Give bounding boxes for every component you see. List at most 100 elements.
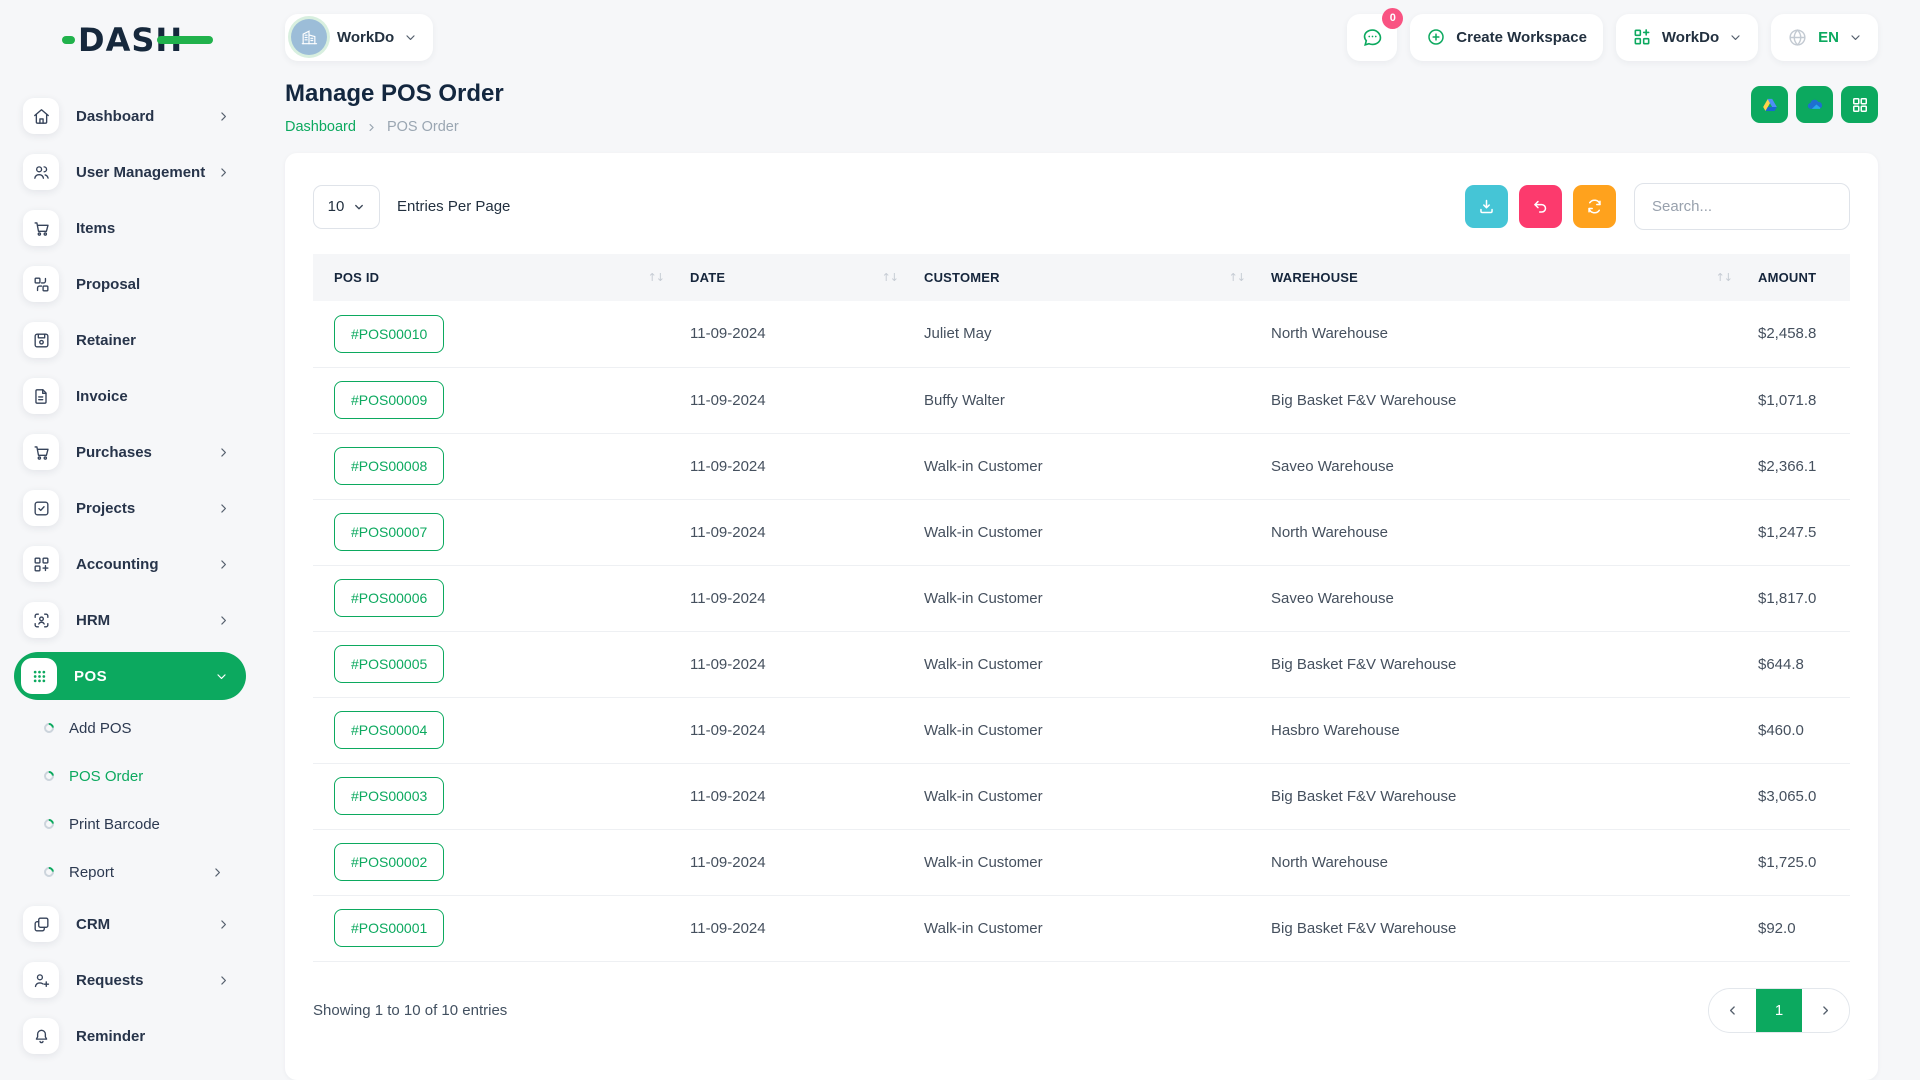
pos-id-link[interactable]: #POS00002 xyxy=(334,843,444,881)
sidebar-subitem-print-barcode[interactable]: Print Barcode xyxy=(0,800,260,848)
cell-warehouse-value: North Warehouse xyxy=(1271,325,1388,342)
sidebar-item-reminder[interactable]: Reminder xyxy=(0,1008,260,1064)
column-header-customer[interactable]: CUSTOMER↑↓ xyxy=(924,254,1271,301)
cell-customer: Walk-in Customer xyxy=(924,763,1271,829)
sidebar-item-requests[interactable]: Requests xyxy=(0,952,260,1008)
cell-pos-id: #POS00004 xyxy=(313,697,690,763)
table-header: POS ID↑↓DATE↑↓CUSTOMER↑↓WAREHOUSE↑↓AMOUN… xyxy=(313,254,1850,301)
sidebar-item-user-management[interactable]: User Management xyxy=(0,144,260,200)
home-icon xyxy=(23,98,59,134)
cell-date-value: 11-09-2024 xyxy=(690,590,766,607)
sidebar-item-pos[interactable]: POS xyxy=(14,652,246,700)
download-icon xyxy=(1477,197,1496,216)
cell-pos-id: #POS00001 xyxy=(313,895,690,961)
cell-amount-value: $1,817.0 xyxy=(1758,590,1816,607)
cell-amount: $460.0 xyxy=(1758,697,1850,763)
create-workspace-button[interactable]: Create Workspace xyxy=(1410,14,1603,61)
pos-order-card: 10 Entries Per Page xyxy=(285,153,1878,1080)
sidebar-item-purchases[interactable]: Purchases xyxy=(0,424,260,480)
sidebar-item-projects[interactable]: Projects xyxy=(0,480,260,536)
sidebar-subitem-add-pos[interactable]: Add POS xyxy=(0,704,260,752)
pos-id-link[interactable]: #POS00003 xyxy=(334,777,444,815)
sort-icon[interactable]: ↑↓ xyxy=(1229,271,1245,284)
sidebar-item-label: Accounting xyxy=(76,556,217,573)
main-column: WorkDo 0 Create Workspace WorkDo xyxy=(260,0,1920,1080)
pos-id-link[interactable]: #POS00006 xyxy=(334,579,444,617)
sidebar-item-items[interactable]: Items xyxy=(0,200,260,256)
cell-date: 11-09-2024 xyxy=(690,367,924,433)
sort-icon[interactable]: ↑↓ xyxy=(648,271,664,284)
cell-date-value: 11-09-2024 xyxy=(690,788,766,805)
chevron-down-icon xyxy=(1729,31,1742,44)
sidebar-item-crm[interactable]: CRM xyxy=(0,896,260,952)
cell-amount: $1,817.0 xyxy=(1758,565,1850,631)
next-page-button[interactable] xyxy=(1802,989,1849,1032)
topbar-right: 0 Create Workspace WorkDo EN xyxy=(1347,14,1878,61)
pos-id-link[interactable]: #POS00004 xyxy=(334,711,444,749)
cell-amount-value: $1,725.0 xyxy=(1758,854,1816,871)
cart-icon xyxy=(23,434,59,470)
column-header-date[interactable]: DATE↑↓ xyxy=(690,254,924,301)
pos-id-link[interactable]: #POS00007 xyxy=(334,513,444,551)
cell-amount-value: $3,065.0 xyxy=(1758,788,1816,805)
export-download-button[interactable] xyxy=(1465,185,1508,228)
chevron-right-icon xyxy=(217,974,230,987)
cell-warehouse: Saveo Warehouse xyxy=(1271,433,1758,499)
chevron-right-icon xyxy=(217,558,230,571)
column-header-inner: AMOUNT xyxy=(1758,270,1850,285)
language-selector[interactable]: EN xyxy=(1771,14,1878,61)
sidebar-item-dashboard[interactable]: Dashboard xyxy=(0,88,260,144)
chevron-right-icon xyxy=(211,866,224,879)
sidebar-item-proposal[interactable]: Proposal xyxy=(0,256,260,312)
sidebar-subitem-label: Add POS xyxy=(69,720,224,737)
globe-icon xyxy=(1787,27,1808,48)
sidebar-item-invoice[interactable]: Invoice xyxy=(0,368,260,424)
current-page-button[interactable]: 1 xyxy=(1756,989,1802,1032)
messages-button[interactable]: 0 xyxy=(1347,14,1397,61)
column-header-amount[interactable]: AMOUNT xyxy=(1758,254,1850,301)
cell-customer-value: Juliet May xyxy=(924,325,992,342)
previous-page-button[interactable] xyxy=(1709,989,1756,1032)
search-input[interactable] xyxy=(1634,183,1850,230)
chevron-right-icon xyxy=(217,614,230,627)
cell-customer: Buffy Walter xyxy=(924,367,1271,433)
cell-warehouse: Big Basket F&V Warehouse xyxy=(1271,895,1758,961)
cell-amount: $2,366.1 xyxy=(1758,433,1850,499)
workspace-selector[interactable]: WorkDo xyxy=(285,14,433,61)
breadcrumb-dashboard-link[interactable]: Dashboard xyxy=(285,119,356,135)
app-logo[interactable]: DAS H xyxy=(0,14,260,66)
pos-id-link[interactable]: #POS00008 xyxy=(334,447,444,485)
workdo-menu-button[interactable]: WorkDo xyxy=(1616,14,1758,61)
entries-per-page-select[interactable]: 10 xyxy=(313,185,380,229)
onedrive-button[interactable] xyxy=(1796,86,1833,123)
head-actions xyxy=(1751,86,1878,123)
column-header-warehouse[interactable]: WAREHOUSE↑↓ xyxy=(1271,254,1758,301)
sort-icon[interactable]: ↑↓ xyxy=(882,271,898,284)
cell-date-value: 11-09-2024 xyxy=(690,722,766,739)
sidebar-subitem-pos-order[interactable]: POS Order xyxy=(0,752,260,800)
messages-badge: 0 xyxy=(1382,8,1403,29)
column-header-pos-id[interactable]: POS ID↑↓ xyxy=(313,254,690,301)
entries-value: 10 xyxy=(328,198,345,215)
cell-pos-id: #POS00009 xyxy=(313,367,690,433)
cell-customer: Walk-in Customer xyxy=(924,697,1271,763)
reset-undo-button[interactable] xyxy=(1519,185,1562,228)
sidebar-item-hrm[interactable]: HRM xyxy=(0,592,260,648)
cell-date: 11-09-2024 xyxy=(690,895,924,961)
sidebar-item-retainer[interactable]: Retainer xyxy=(0,312,260,368)
sidebar-subitem-label: POS Order xyxy=(69,768,224,785)
pos-id-link[interactable]: #POS00005 xyxy=(334,645,444,683)
pos-id-link[interactable]: #POS00009 xyxy=(334,381,444,419)
chevron-right-icon xyxy=(217,502,230,515)
cell-customer-value: Walk-in Customer xyxy=(924,920,1043,937)
pos-id-link[interactable]: #POS00010 xyxy=(334,315,444,353)
google-drive-button[interactable] xyxy=(1751,86,1788,123)
grid-view-button[interactable] xyxy=(1841,86,1878,123)
sidebar-subitem-report[interactable]: Report xyxy=(0,848,260,896)
refresh-button[interactable] xyxy=(1573,185,1616,228)
sort-icon[interactable]: ↑↓ xyxy=(1716,271,1732,284)
bullet-icon xyxy=(42,769,56,783)
pos-id-link[interactable]: #POS00001 xyxy=(334,909,444,947)
scan-user-icon xyxy=(23,602,59,638)
sidebar-item-accounting[interactable]: Accounting xyxy=(0,536,260,592)
